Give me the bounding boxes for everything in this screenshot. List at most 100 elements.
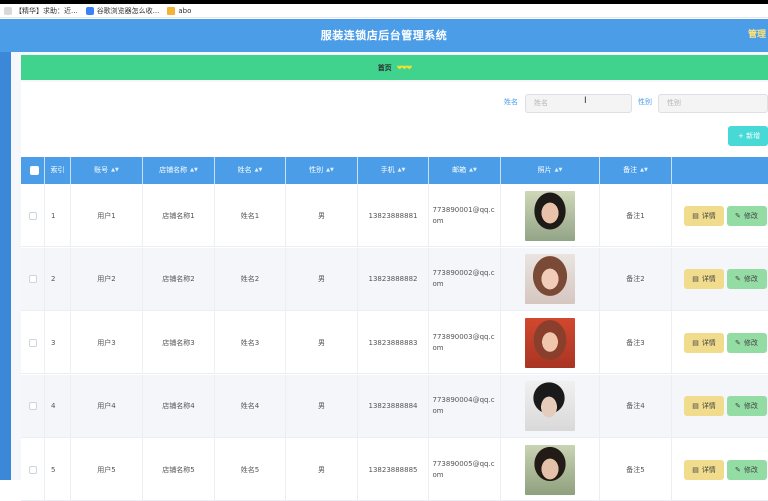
edit-icon: ✎ [735, 275, 741, 283]
edit-button[interactable]: ✎ 修改 [727, 269, 767, 289]
cell-phone: 13823888884 [358, 374, 429, 438]
cell-gender: 男 [286, 247, 358, 311]
column-header-index: 索引 [45, 157, 71, 184]
sort-icon[interactable]: ▲▼ [640, 167, 648, 173]
cell-remark: 备注5 [600, 438, 672, 501]
column-header-photo[interactable]: 照片 ▲▼ [501, 157, 600, 184]
globe-icon [85, 6, 94, 15]
sort-icon[interactable]: ▲▼ [326, 167, 334, 173]
cell-email: 773890002@qq.com [429, 247, 501, 311]
document-icon: ▤ [692, 211, 699, 220]
cell-phone: 13823888881 [358, 184, 429, 247]
cell-gender: 男 [286, 374, 358, 438]
user-photo[interactable] [525, 190, 575, 241]
cell-account: 用户3 [71, 311, 143, 374]
sort-icon[interactable]: ▲▼ [255, 167, 263, 173]
photo-cell [501, 247, 600, 311]
table-row[interactable]: 5 用户5 店铺名称5 姓名5 男 13823888885 773890005@qq.com… [21, 438, 768, 501]
select-all-checkbox[interactable] [30, 166, 39, 175]
row-actions: ▤ 详情 ✎ 修改 [683, 184, 768, 247]
edit-icon: ✎ [735, 211, 741, 220]
column-header-label: 索引 [50, 166, 65, 174]
cell-remark: 备注4 [600, 374, 672, 438]
bookmark-label: abo [178, 6, 192, 15]
row-checkbox[interactable] [28, 338, 37, 347]
edit-label: 修改 [743, 402, 758, 410]
cell-gender: 男 [286, 184, 358, 247]
column-header-store[interactable]: 店铺名称 ▲▼ [143, 157, 215, 184]
cell-email: 773890004@qq.com [429, 374, 501, 438]
photo-cell [501, 438, 600, 501]
email-text: 773890005@qq.com [432, 459, 495, 479]
cell-account: 用户4 [71, 374, 143, 438]
detail-button[interactable]: ▤ 详情 [684, 269, 724, 289]
cell-remark: 备注2 [600, 247, 672, 311]
cell-phone: 13823888883 [358, 311, 429, 374]
admin-menu[interactable]: 管理 [748, 19, 768, 52]
column-header-account[interactable]: 账号 ▲▼ [71, 157, 143, 184]
table-row[interactable]: 3 用户3 店铺名称3 姓名3 男 13823888883 773890003@qq.com… [21, 311, 768, 374]
column-header-label: 性别 [309, 166, 324, 174]
gender-search-input[interactable]: 性别 [658, 94, 768, 113]
breadcrumb-home[interactable]: 首页 [378, 63, 392, 73]
sort-icon[interactable]: ▲▼ [111, 167, 119, 173]
detail-label: 详情 [701, 465, 716, 474]
photo-cell [501, 374, 600, 438]
edit-icon: ✎ [735, 402, 741, 410]
cell-email: 773890001@qq.com [429, 184, 501, 247]
document-icon: ▤ [692, 275, 699, 283]
text-cursor-icon: I [584, 96, 587, 106]
detail-button[interactable]: ▤ 详情 [684, 459, 724, 480]
row-checkbox[interactable] [28, 211, 37, 220]
sort-icon[interactable]: ▲▼ [190, 167, 198, 173]
row-checkbox[interactable] [28, 465, 37, 474]
edit-label: 修改 [743, 211, 758, 220]
edit-button[interactable]: ✎ 修改 [727, 396, 767, 416]
edit-button[interactable]: ✎ 修改 [727, 205, 767, 226]
table-row[interactable]: 4 用户4 店铺名称4 姓名4 男 13823888884 773890004@qq.com… [21, 374, 768, 438]
table-row[interactable]: 2 用户2 店铺名称2 姓名2 男 13823888882 773890002@qq.com… [21, 247, 768, 311]
bookmark-item[interactable]: 【精华】求助：近... [4, 6, 78, 16]
name-search-input[interactable]: 姓名 [525, 94, 632, 113]
column-header-remark[interactable]: 备注 ▲▼ [600, 157, 672, 184]
detail-button[interactable]: ▤ 详情 [684, 396, 724, 416]
bookmarks-bar: 【精华】求助：近... 谷歌浏览器怎么收... abo [0, 4, 768, 18]
user-photo[interactable] [525, 317, 575, 368]
table-header: 索引 账号 ▲▼ 店铺名称 ▲▼ 姓名 ▲▼ 性别 ▲▼ 手机 ▲▼ 邮箱 ▲▼ 照片 ▲▼ … [21, 157, 768, 184]
sort-icon[interactable]: ▲▼ [555, 167, 563, 173]
edit-button[interactable]: ✎ 修改 [727, 459, 767, 480]
heart-icon: ❤❤❤ [396, 63, 413, 72]
row-checkbox[interactable] [28, 275, 37, 283]
app-title: 服装连锁店后台管理系统 [320, 29, 448, 42]
bookmark-item[interactable]: abo [167, 6, 192, 15]
edit-icon: ✎ [735, 338, 741, 347]
cell-account: 用户5 [71, 438, 143, 501]
sort-icon[interactable]: ▲▼ [398, 167, 406, 173]
main-content: 首页 ❤❤❤ 姓名 姓名 I 性别 性别 + 新增 索引 账号 ▲▼ 店铺名称 ▲▼… [11, 52, 768, 501]
column-header-label: 备注 [623, 166, 638, 174]
add-button[interactable]: + 新增 [728, 126, 768, 146]
column-header-gender[interactable]: 性别 ▲▼ [286, 157, 358, 184]
column-header-email[interactable]: 邮箱 ▲▼ [429, 157, 501, 184]
cell-store: 店铺名称2 [143, 247, 215, 311]
email-text: 773890003@qq.com [432, 332, 495, 352]
photo-cell [501, 311, 600, 374]
column-header-phone[interactable]: 手机 ▲▼ [358, 157, 429, 184]
cell-phone: 13823888882 [358, 247, 429, 311]
column-header-name[interactable]: 姓名 ▲▼ [215, 157, 286, 184]
user-photo[interactable] [525, 381, 575, 431]
user-photo[interactable] [525, 254, 575, 304]
edit-button[interactable]: ✎ 修改 [727, 332, 767, 353]
cell-remark: 备注3 [600, 311, 672, 374]
bookmark-item[interactable]: 谷歌浏览器怎么收... [85, 6, 159, 16]
user-photo[interactable] [525, 444, 575, 495]
table-row[interactable]: 1 用户1 店铺名称1 姓名1 男 13823888881 773890001@qq.com… [21, 184, 768, 247]
row-actions: ▤ 详情 ✎ 修改 [683, 248, 768, 311]
detail-button[interactable]: ▤ 详情 [684, 332, 724, 353]
edit-label: 修改 [743, 465, 758, 474]
row-checkbox[interactable] [28, 402, 37, 410]
edit-label: 修改 [743, 338, 758, 347]
document-icon: ▤ [692, 402, 699, 410]
sort-icon[interactable]: ▲▼ [469, 167, 477, 173]
detail-button[interactable]: ▤ 详情 [684, 205, 724, 226]
